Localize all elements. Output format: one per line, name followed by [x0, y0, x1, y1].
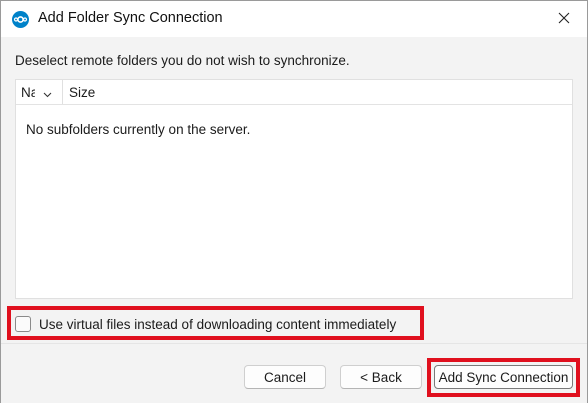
add-sync-connection-button[interactable]: Add Sync Connection: [434, 365, 573, 389]
virtual-files-option[interactable]: Use virtual files instead of downloading…: [15, 313, 396, 335]
tree-header: Na Size: [16, 80, 572, 105]
chevron-down-icon: [43, 86, 52, 101]
dialog-footer: Cancel < Back Add Sync Connection: [1, 343, 587, 403]
dialog-content: Deselect remote folders you do not wish …: [1, 37, 587, 343]
window-title: Add Folder Sync Connection: [38, 10, 223, 26]
back-button[interactable]: < Back: [340, 365, 422, 389]
cancel-button[interactable]: Cancel: [244, 365, 326, 389]
dialog-window: Add Folder Sync Connection Deselect remo…: [0, 0, 588, 403]
instruction-text: Deselect remote folders you do not wish …: [15, 53, 350, 68]
close-button[interactable]: [541, 1, 587, 37]
virtual-files-label: Use virtual files instead of downloading…: [39, 316, 397, 332]
virtual-files-checkbox[interactable]: [15, 316, 31, 332]
column-name-label: Na: [21, 85, 35, 100]
empty-message: No subfolders currently on the server.: [26, 122, 251, 137]
nextcloud-icon: [12, 11, 29, 28]
folder-tree[interactable]: Na Size No subfolders currently on the s…: [15, 79, 573, 299]
column-header-size[interactable]: Size: [69, 85, 95, 100]
column-header-name[interactable]: Na: [16, 80, 63, 104]
title-bar: Add Folder Sync Connection: [1, 1, 587, 37]
close-icon: [558, 12, 570, 27]
